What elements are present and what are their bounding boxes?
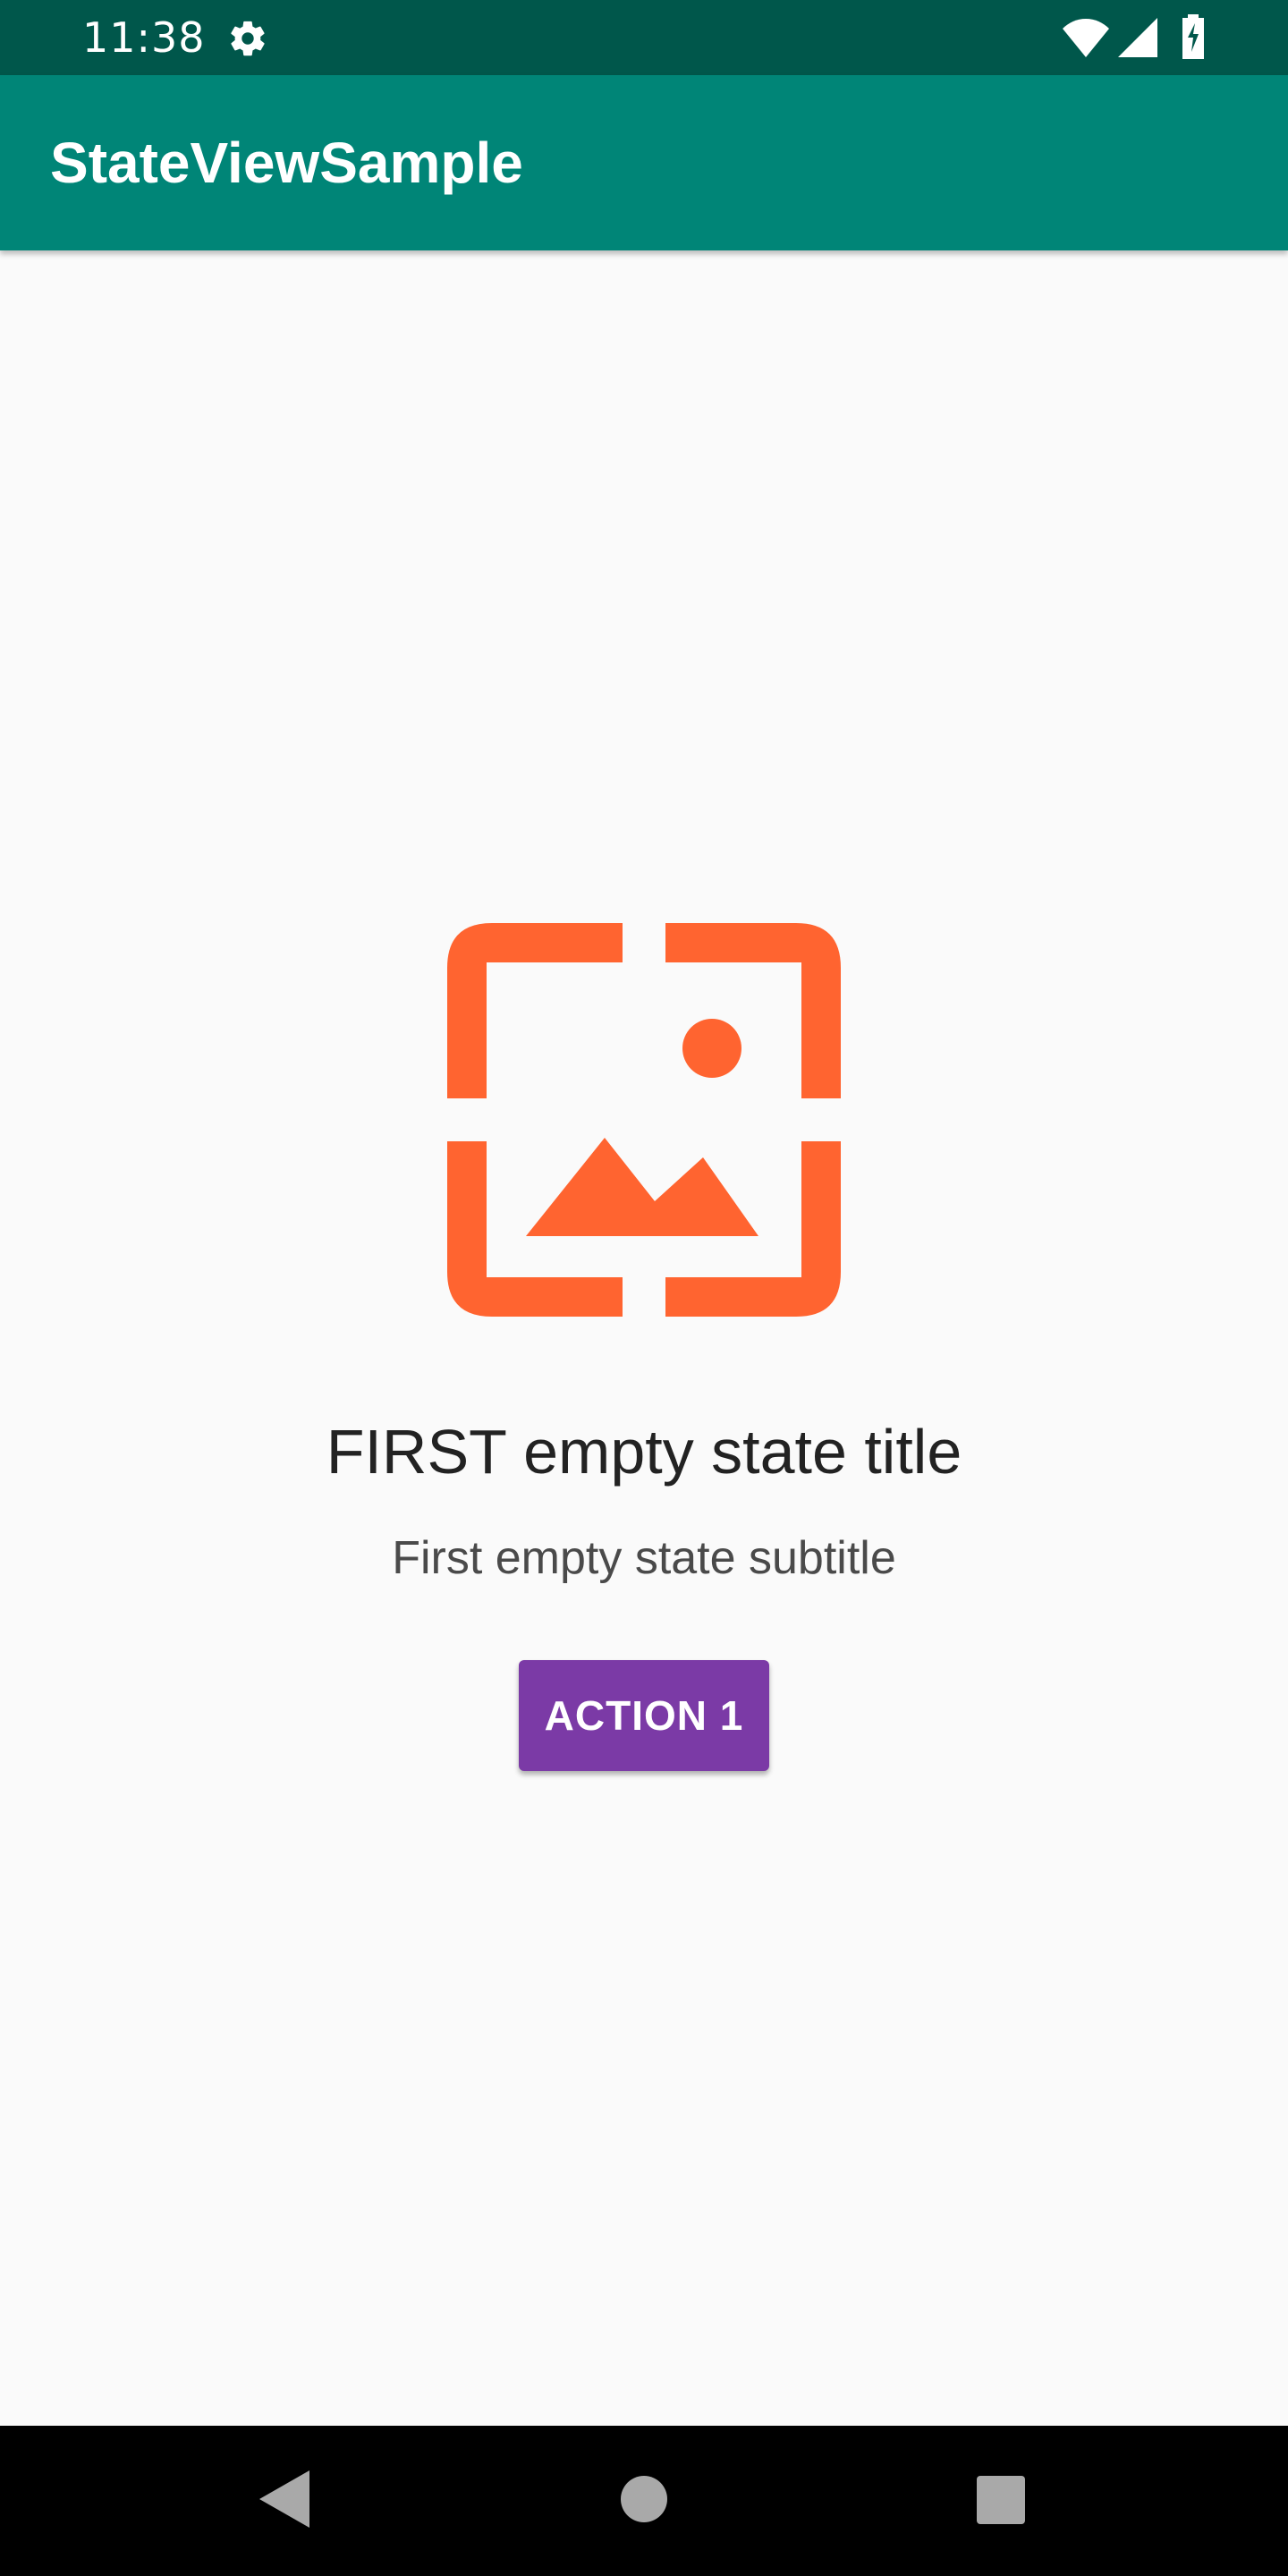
- empty-state-container: [0, 250, 1288, 2426]
- home-icon[interactable]: [621, 2476, 667, 2522]
- app-bar: StateViewSample: [0, 75, 1288, 250]
- empty-state-title: FIRST empty state title: [326, 1417, 962, 1487]
- status-time: 11:38: [82, 13, 206, 62]
- wifi-icon: [1063, 19, 1109, 57]
- action-button[interactable]: ACTION 1: [519, 1660, 769, 1771]
- battery-charging-icon: [1182, 14, 1204, 59]
- back-icon[interactable]: [259, 2470, 309, 2528]
- empty-state-subtitle: First empty state subtitle: [392, 1532, 896, 1584]
- gear-icon: [231, 21, 265, 56]
- status-bar: 11:38: [0, 0, 1288, 75]
- recents-icon[interactable]: [977, 2476, 1025, 2524]
- app-title: StateViewSample: [50, 131, 523, 195]
- image-placeholder-icon: [447, 923, 841, 1317]
- cell-signal-icon: [1118, 18, 1157, 57]
- navigation-bar: [0, 2426, 1288, 2576]
